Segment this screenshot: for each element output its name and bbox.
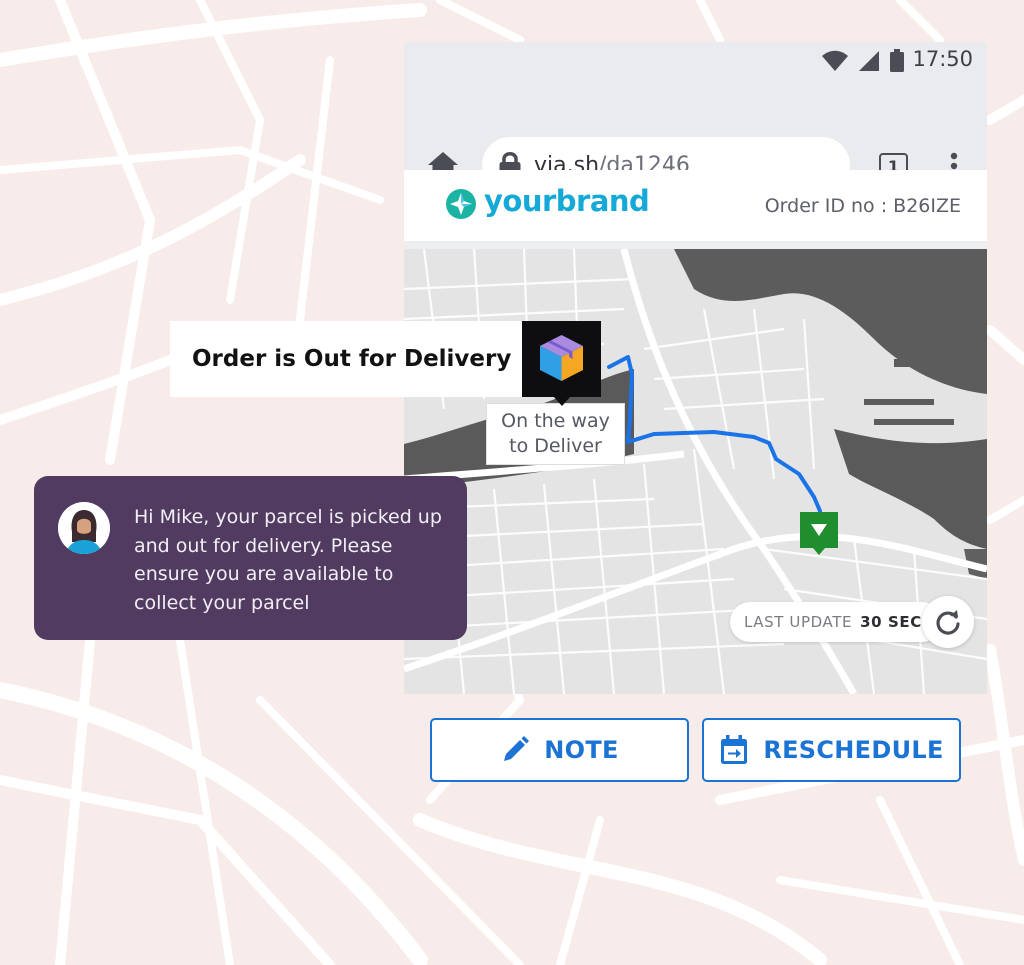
brand-name: yourbrand xyxy=(484,184,650,218)
refresh-button[interactable] xyxy=(922,596,974,648)
reschedule-button[interactable]: RESCHEDULE xyxy=(702,718,961,782)
note-button-label: NOTE xyxy=(544,736,619,764)
message-text: Hi Mike, your parcel is picked up and ou… xyxy=(134,506,442,614)
route-label-line1: On the way xyxy=(501,410,610,432)
signal-icon xyxy=(859,51,879,71)
package-box-icon xyxy=(540,335,583,381)
route-label-line2: to Deliver xyxy=(509,435,602,457)
reschedule-button-label: RESCHEDULE xyxy=(763,736,944,764)
destination-marker-icon[interactable] xyxy=(800,512,838,556)
last-update-value: 30 SEC xyxy=(860,613,922,631)
package-marker-pointer xyxy=(553,396,571,406)
delivery-status-card: Order is Out for Delivery xyxy=(170,321,522,397)
brand-logo-icon xyxy=(446,189,476,219)
status-time: 17:50 xyxy=(912,47,973,71)
header-divider xyxy=(404,241,987,249)
last-update-label: LAST UPDATE xyxy=(744,613,853,631)
pencil-icon xyxy=(504,736,530,761)
route-status-label: On the way to Deliver xyxy=(486,403,625,465)
agent-avatar-icon xyxy=(58,502,110,554)
wifi-icon xyxy=(822,50,848,71)
package-marker xyxy=(522,321,601,397)
brand-header: yourbrand Order ID no : B26IZE xyxy=(404,170,987,242)
avatar xyxy=(58,502,110,554)
status-bar: 17:50 xyxy=(404,42,987,82)
last-update-pill: LAST UPDATE 30 SEC xyxy=(730,602,942,642)
note-button[interactable]: NOTE xyxy=(430,718,689,782)
calendar-icon xyxy=(721,735,748,764)
order-id: Order ID no : B26IZE xyxy=(764,195,961,217)
refresh-icon xyxy=(936,610,960,635)
battery-icon xyxy=(890,49,904,72)
message-card: Hi Mike, your parcel is picked up and ou… xyxy=(34,476,467,640)
delivery-status-title: Order is Out for Delivery xyxy=(192,346,512,372)
